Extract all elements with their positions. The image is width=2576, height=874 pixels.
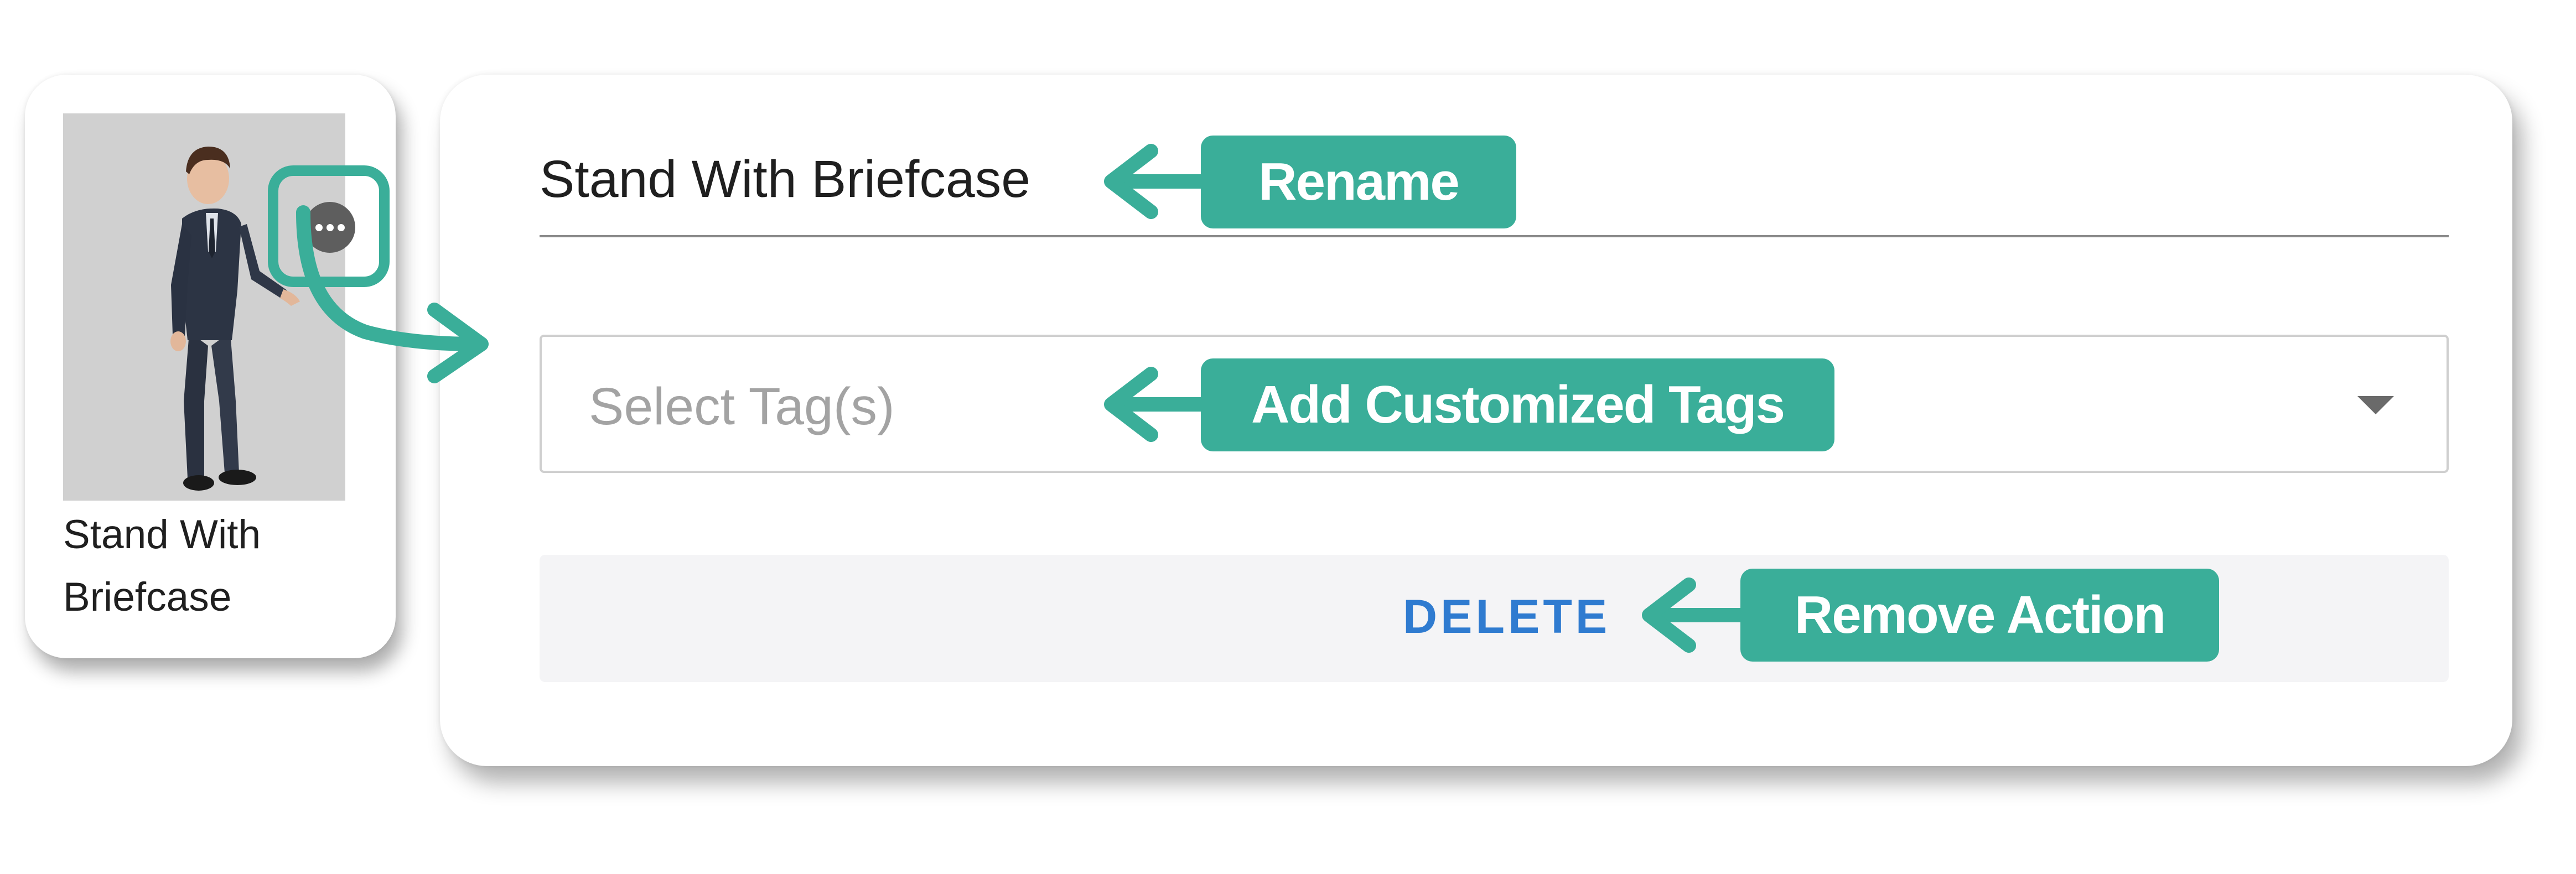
more-options-button[interactable] [268, 165, 390, 287]
delete-label: DELETE [1403, 590, 1611, 643]
caret-down-icon[interactable] [2357, 396, 2394, 414]
tags-callout: Add Customized Tags [1201, 358, 1834, 451]
action-card[interactable]: Stand With Briefcase [25, 75, 396, 658]
screenshot-stage: Stand With Briefcase Stand With Briefcas… [0, 0, 2576, 874]
remove-callout: Remove Action [1740, 569, 2219, 662]
action-card-label: Stand With Briefcase [63, 512, 261, 620]
rename-callout: Rename [1201, 136, 1516, 228]
tags-placeholder: Select Tag(s) [589, 377, 895, 436]
action-name-value: Stand With Briefcase [540, 150, 1031, 209]
ellipsis-icon [304, 202, 355, 253]
